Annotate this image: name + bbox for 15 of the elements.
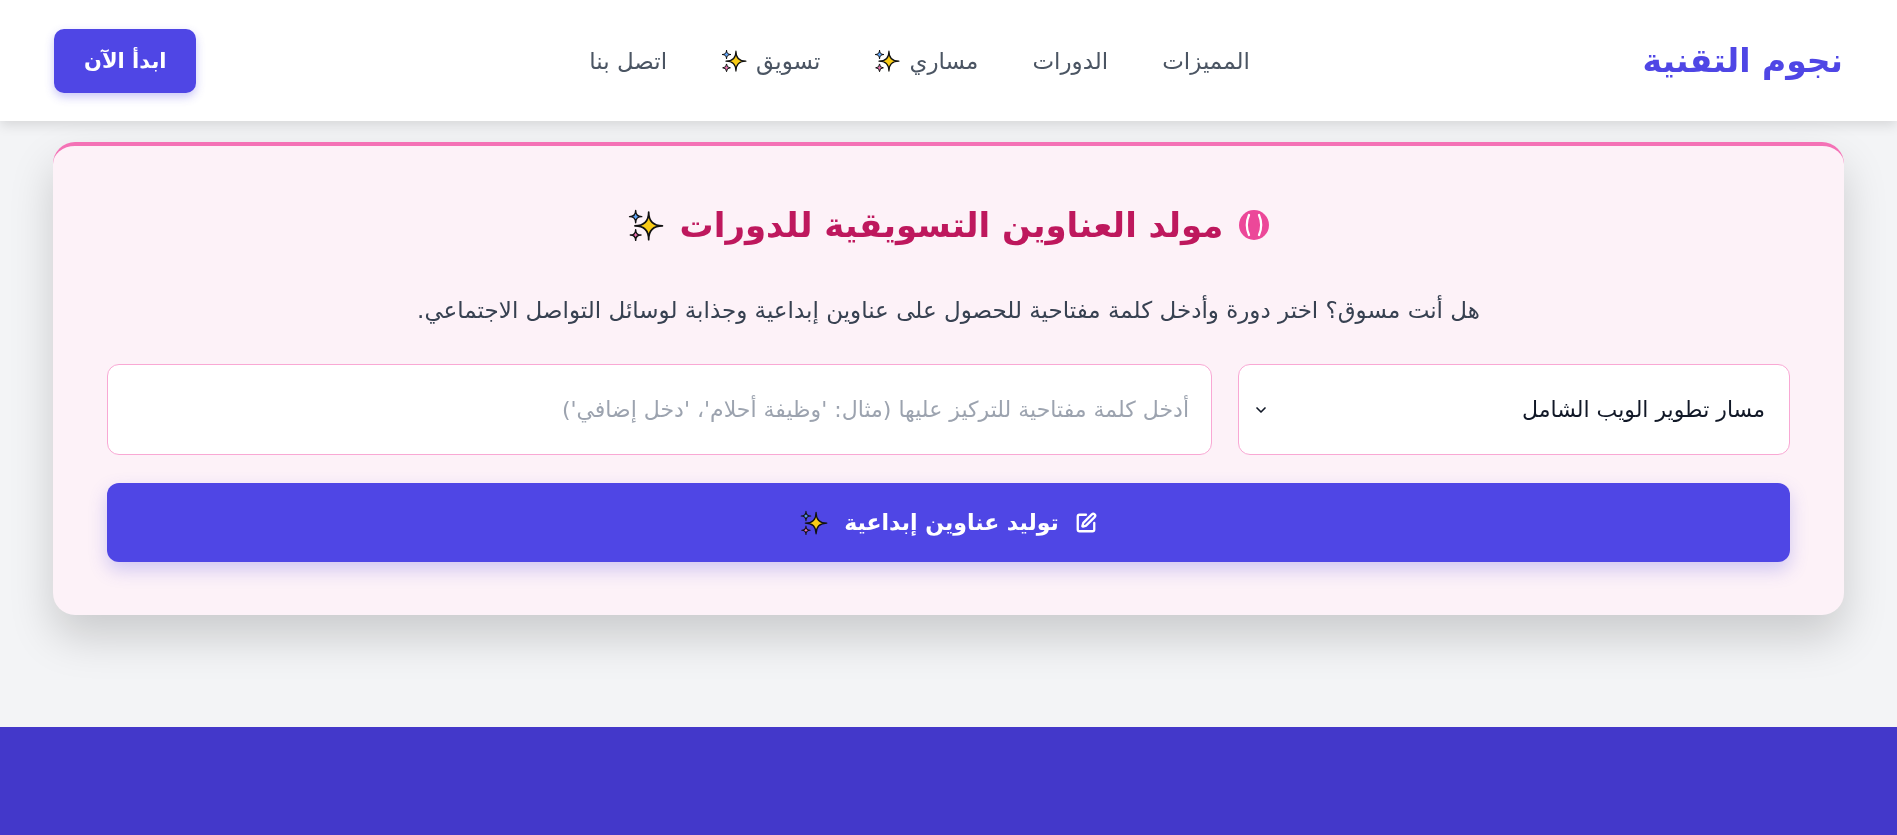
- course-select[interactable]: مسار تطوير الويب الشامل: [1238, 364, 1790, 455]
- nav-link[interactable]: تسويق: [721, 47, 821, 74]
- nav-link[interactable]: الدورات: [1032, 47, 1109, 74]
- sparkle-icon: [800, 509, 829, 536]
- nav-link[interactable]: مساري: [874, 47, 979, 74]
- edit-icon: [1074, 511, 1097, 534]
- nav-link[interactable]: المميزات: [1162, 47, 1250, 74]
- generate-button[interactable]: توليد عناوين إبداعية: [107, 483, 1790, 562]
- site-logo[interactable]: نجوم التقنية: [1642, 41, 1843, 80]
- card-description: هل أنت مسوق؟ اختر دورة وأدخل كلمة مفتاحية للحصول على عناوين إبداعية وجذابة لوسائل التواصل الاجتماعي.: [416, 294, 1481, 326]
- card-title: مولد العناوين التسويقية للدورات: [679, 204, 1224, 248]
- sparkle-icon: [627, 208, 664, 242]
- ball-icon: [1239, 210, 1270, 240]
- start-now-button[interactable]: ابدأ الآن: [54, 28, 197, 93]
- nav-link[interactable]: اتصل بنا: [589, 47, 668, 74]
